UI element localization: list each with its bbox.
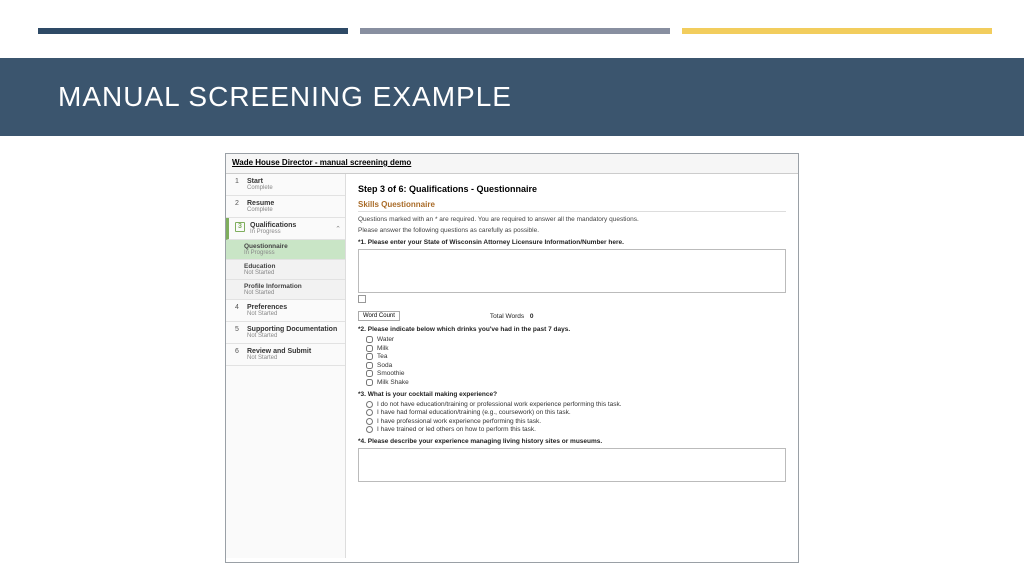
q2-option-soda[interactable]: Soda — [366, 362, 786, 369]
step-title: Resume — [247, 200, 341, 207]
step-number: 1 — [232, 178, 242, 185]
word-count-row: Word Count Total Words 0 — [358, 311, 786, 321]
step-status: Not Started — [247, 311, 341, 317]
total-words-label: Total Words 0 — [490, 313, 534, 320]
substep-questionnaire[interactable]: Questionnaire In Progress — [226, 240, 345, 260]
step-status: Not Started — [247, 333, 341, 339]
radio[interactable] — [366, 418, 373, 425]
sidebar-step-2[interactable]: 2 Resume Complete — [226, 196, 345, 218]
substep-education[interactable]: Education Not Started — [226, 260, 345, 280]
total-words-value: 0 — [530, 313, 534, 320]
q4-textarea[interactable] — [358, 448, 786, 482]
q3-option-3[interactable]: I have professional work experience perf… — [366, 418, 786, 425]
sidebar-step-5[interactable]: 5 Supporting Documentation Not Started — [226, 322, 345, 344]
radio[interactable] — [366, 426, 373, 433]
sidebar-step-4[interactable]: 4 Preferences Not Started — [226, 300, 345, 322]
section-subheader: Skills Questionnaire — [358, 200, 786, 212]
q2-option-milkshake[interactable]: Milk Shake — [366, 379, 786, 386]
q3-option-2[interactable]: I have had formal education/training (e.… — [366, 409, 786, 416]
step-title: Supporting Documentation — [247, 326, 341, 333]
intro-text-2: Please answer the following questions as… — [358, 227, 786, 234]
step-status: Not Started — [247, 355, 341, 361]
radio[interactable] — [366, 409, 373, 416]
accent-bar-3 — [682, 28, 992, 34]
step-number: 3 — [235, 222, 245, 232]
question-1: *1. Please enter your State of Wisconsin… — [358, 239, 786, 246]
app-window: Wade House Director - manual screening d… — [225, 153, 799, 563]
step-number: 2 — [232, 200, 242, 207]
checkbox[interactable] — [366, 362, 373, 369]
question-3: *3. What is your cocktail making experie… — [358, 391, 786, 398]
substep-status: Not Started — [244, 270, 341, 276]
step-title: Qualifications — [250, 222, 330, 229]
slide-title: MANUAL SCREENING EXAMPLE — [58, 81, 512, 113]
app-header: Wade House Director - manual screening d… — [226, 154, 798, 174]
q2-option-smoothie[interactable]: Smoothie — [366, 370, 786, 377]
q1-textarea[interactable] — [358, 249, 786, 293]
accent-bars — [0, 28, 1024, 34]
step-status: Complete — [247, 207, 341, 213]
accent-bar-2 — [360, 28, 670, 34]
substeps: Questionnaire In Progress Education Not … — [226, 240, 345, 300]
substep-status: Not Started — [244, 290, 341, 296]
page-title: Step 3 of 6: Qualifications - Questionna… — [358, 184, 786, 194]
substep-title: Education — [244, 263, 341, 270]
checkbox[interactable] — [366, 336, 373, 343]
step-number: 5 — [232, 326, 242, 333]
checkbox[interactable] — [366, 353, 373, 360]
substep-profile[interactable]: Profile Information Not Started — [226, 280, 345, 300]
q2-option-water[interactable]: Water — [366, 336, 786, 343]
step-status: In Progress — [250, 229, 330, 235]
substep-title: Questionnaire — [244, 243, 341, 250]
word-count-button[interactable]: Word Count — [358, 311, 400, 321]
intro-text-1: Questions marked with an * are required.… — [358, 216, 786, 223]
question-4: *4. Please describe your experience mana… — [358, 438, 786, 445]
checkbox[interactable] — [366, 345, 373, 352]
accent-bar-1 — [38, 28, 348, 34]
chevron-up-icon: ⌃ — [335, 225, 341, 233]
step-title: Review and Submit — [247, 348, 341, 355]
step-number: 6 — [232, 348, 242, 355]
sidebar-step-3[interactable]: 3 Qualifications In Progress ⌃ — [226, 218, 345, 240]
slide-header: MANUAL SCREENING EXAMPLE — [0, 58, 1024, 136]
expand-icon[interactable] — [358, 295, 366, 303]
q3-option-4[interactable]: I have trained or led others on how to p… — [366, 426, 786, 433]
step-status: Complete — [247, 185, 341, 191]
question-2: *2. Please indicate below which drinks y… — [358, 326, 786, 333]
app-body: 1 Start Complete 2 Resume Complete 3 Qua… — [226, 174, 798, 558]
substep-title: Profile Information — [244, 283, 341, 290]
sidebar-step-6[interactable]: 6 Review and Submit Not Started — [226, 344, 345, 366]
sidebar-step-1[interactable]: 1 Start Complete — [226, 174, 345, 196]
radio[interactable] — [366, 401, 373, 408]
checkbox[interactable] — [366, 379, 373, 386]
app-title-link[interactable]: Wade House Director - manual screening d… — [232, 158, 411, 167]
q3-option-1[interactable]: I do not have education/training or prof… — [366, 401, 786, 408]
q2-option-tea[interactable]: Tea — [366, 353, 786, 360]
main-content: Step 3 of 6: Qualifications - Questionna… — [346, 174, 798, 558]
step-title: Preferences — [247, 304, 341, 311]
checkbox[interactable] — [366, 370, 373, 377]
step-title: Start — [247, 178, 341, 185]
substep-status: In Progress — [244, 250, 341, 256]
step-number: 4 — [232, 304, 242, 311]
sidebar: 1 Start Complete 2 Resume Complete 3 Qua… — [226, 174, 346, 558]
q2-option-milk[interactable]: Milk — [366, 345, 786, 352]
